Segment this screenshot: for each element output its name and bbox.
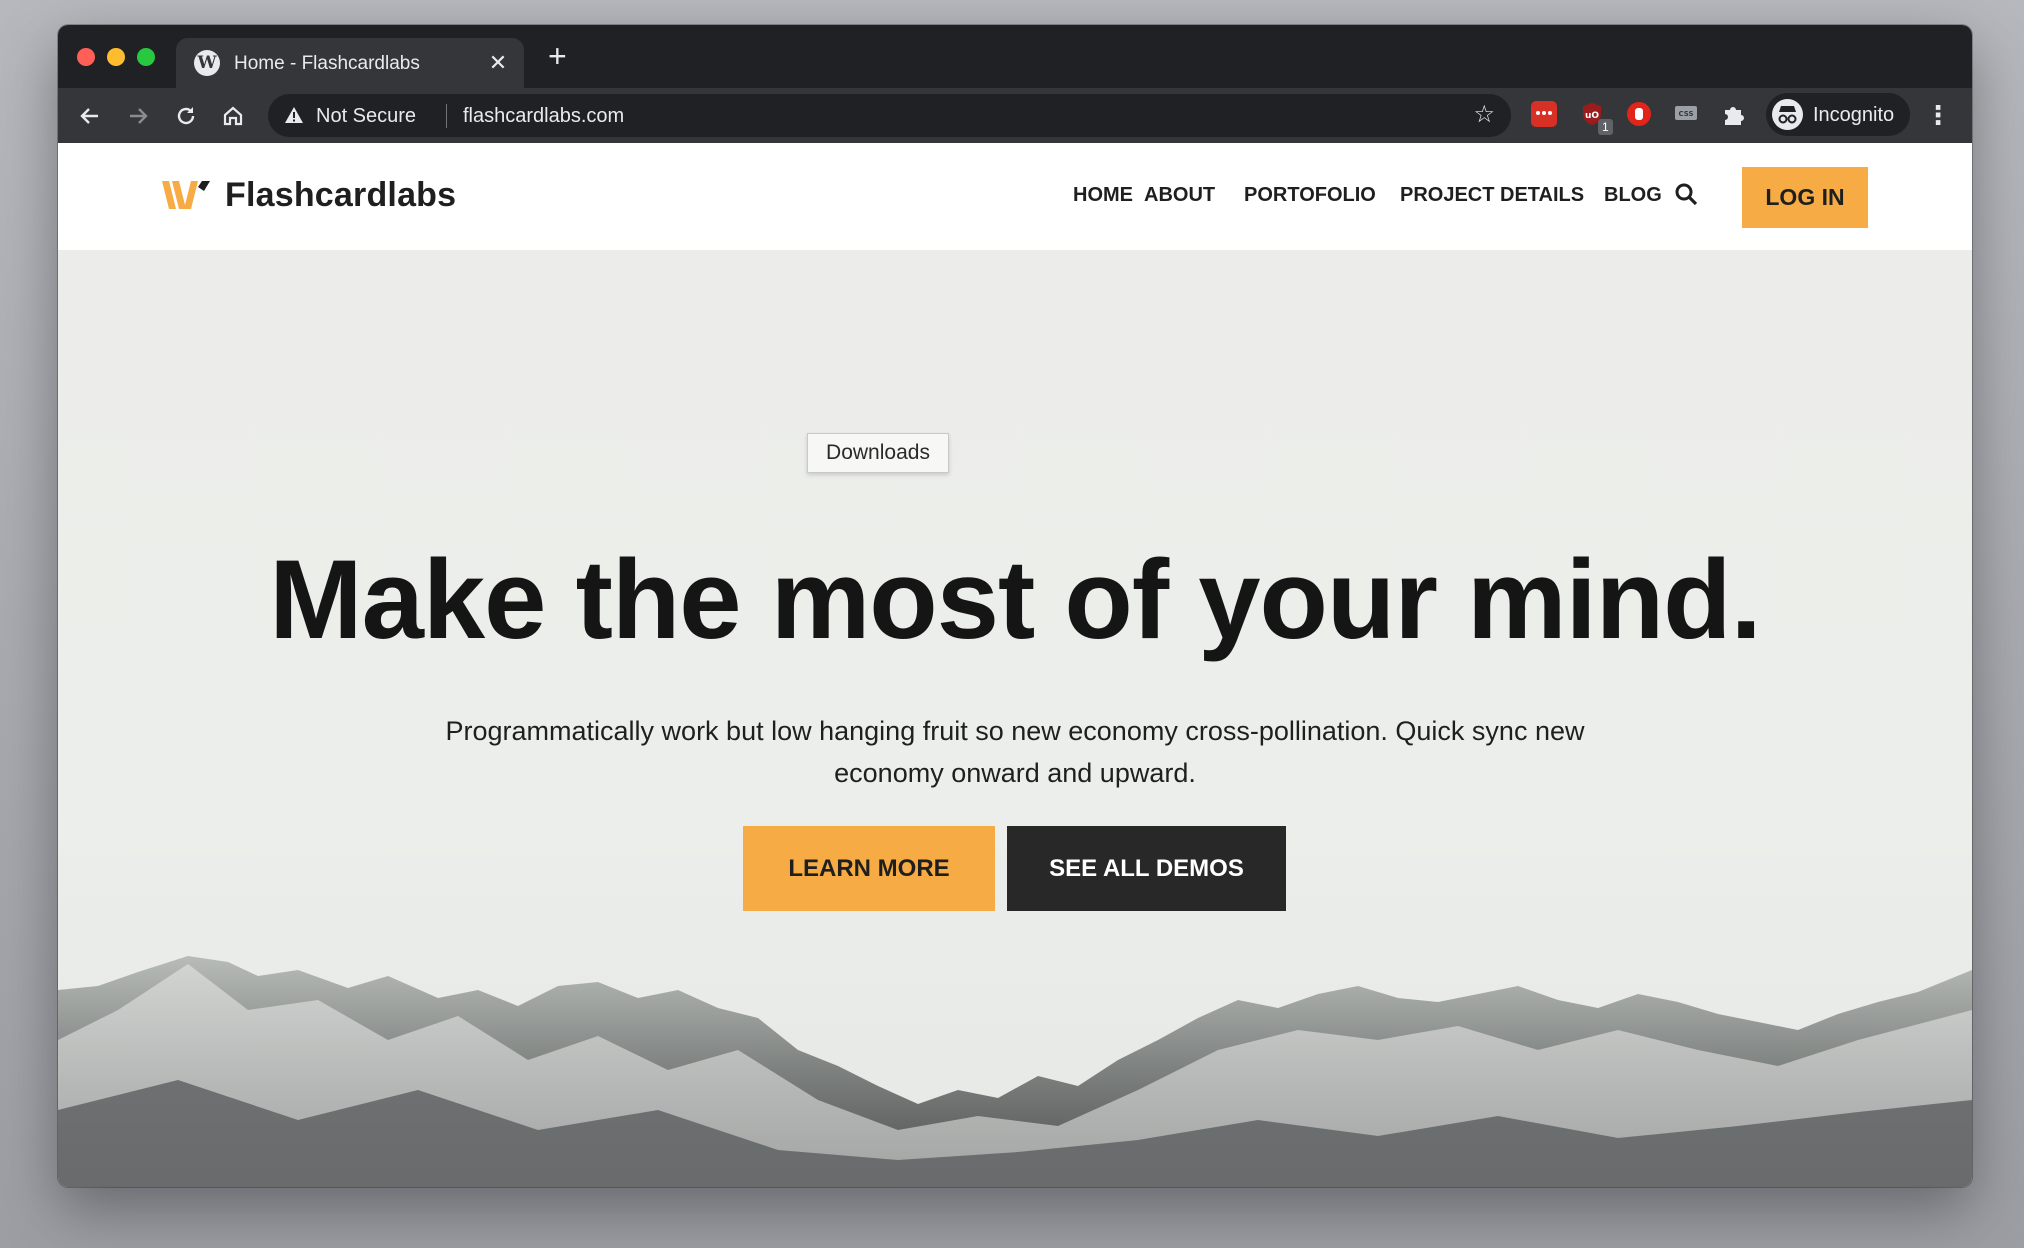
nav-blog[interactable]: BLOG: [1604, 184, 1662, 207]
site-header: Flashcardlabs HOME ABOUT PORTOFOLIO PROJ…: [58, 143, 1972, 250]
login-button[interactable]: LOG IN: [1742, 167, 1868, 228]
logo-icon[interactable]: [162, 179, 210, 211]
learn-more-button[interactable]: LEARN MORE: [743, 826, 995, 911]
profile-label: Incognito: [1813, 104, 1895, 126]
extension-red-icon[interactable]: [1531, 101, 1557, 127]
nav-portfolio[interactable]: PORTOFOLIO: [1244, 184, 1376, 207]
home-icon[interactable]: [213, 88, 253, 143]
close-window-button[interactable]: [77, 48, 95, 66]
omnibox-divider: [446, 104, 447, 128]
stop-hand-icon[interactable]: [1626, 101, 1652, 127]
downloads-tooltip: Downloads: [807, 433, 949, 473]
address-bar[interactable]: Not Secure flashcardlabs.com ☆: [268, 94, 1511, 137]
svg-text:uO: uO: [1585, 111, 1599, 121]
site-logo-text[interactable]: Flashcardlabs: [225, 176, 456, 215]
url-text[interactable]: flashcardlabs.com: [463, 105, 624, 128]
new-tab-icon[interactable]: +: [548, 39, 567, 73]
minimize-window-button[interactable]: [107, 48, 125, 66]
hero-subtitle: Programmatically work but low hanging fr…: [445, 716, 1585, 788]
security-label[interactable]: Not Secure: [316, 105, 416, 128]
back-icon[interactable]: [70, 88, 110, 143]
mountain-range-image: [58, 956, 1972, 1187]
incognito-icon: [1772, 99, 1803, 130]
see-all-demos-button[interactable]: SEE ALL DEMOS: [1007, 826, 1286, 911]
wordpress-icon: W: [194, 50, 220, 76]
bookmark-star-icon[interactable]: ☆: [1473, 100, 1495, 129]
nav-home[interactable]: HOME: [1073, 184, 1133, 207]
svg-text:CSS: CSS: [1678, 110, 1693, 118]
puzzle-icon[interactable]: [1720, 101, 1746, 127]
tab-title: Home - Flashcardlabs: [234, 53, 420, 74]
hero-title: Make the most of your mind.: [269, 537, 1761, 662]
browser-toolbar: Not Secure flashcardlabs.com ☆ 1 uO CSS …: [58, 88, 1972, 143]
css-extension-icon[interactable]: CSS: [1673, 101, 1699, 127]
nav-project-details[interactable]: PROJECT DETAILS: [1400, 184, 1584, 207]
tab-strip: W Home - Flashcardlabs ✕ +: [58, 25, 1972, 88]
forward-icon[interactable]: [118, 88, 158, 143]
search-icon[interactable]: [1673, 181, 1699, 207]
close-tab-icon[interactable]: ✕: [486, 48, 510, 78]
maximize-window-button[interactable]: [137, 48, 155, 66]
browser-menu-icon[interactable]: ⋮: [1925, 88, 1951, 143]
hero-section: Downloads Make the most of your mind. Pr…: [58, 250, 1972, 1187]
warning-icon: [285, 107, 303, 123]
reload-icon[interactable]: [166, 88, 206, 143]
nav-about[interactable]: ABOUT: [1144, 184, 1215, 207]
incognito-profile-button[interactable]: Incognito: [1766, 93, 1910, 136]
ublock-icon[interactable]: uO: [1579, 101, 1605, 127]
browser-tab[interactable]: W Home - Flashcardlabs ✕: [176, 38, 524, 88]
browser-window: W Home - Flashcardlabs ✕ + Not Secure fl…: [58, 25, 1972, 1187]
